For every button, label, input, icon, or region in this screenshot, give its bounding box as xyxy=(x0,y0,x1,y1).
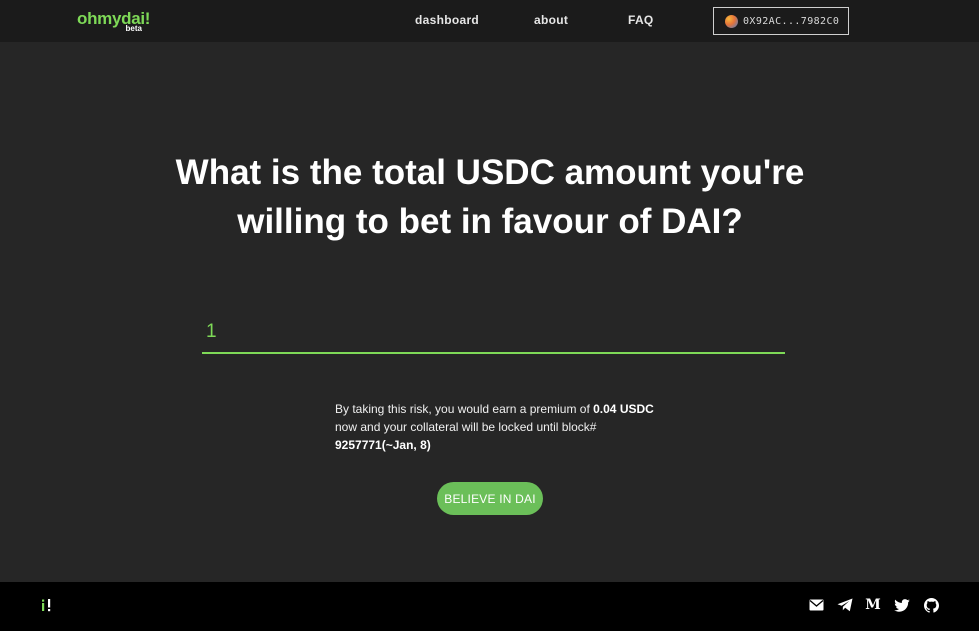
medium-icon[interactable]: M xyxy=(865,597,881,613)
question-line-1: What is the total USDC amount you're xyxy=(175,153,805,192)
twitter-icon[interactable] xyxy=(894,597,910,613)
premium-prefix: By taking this risk, you would earn a pr… xyxy=(335,402,590,416)
footer-logo-icon[interactable] xyxy=(41,598,53,612)
telegram-icon[interactable] xyxy=(837,597,853,613)
footer: M xyxy=(0,582,979,631)
page-question: What is the total USDC amount you're wil… xyxy=(150,148,830,246)
usdc-amount-input[interactable] xyxy=(202,312,785,354)
top-nav-bar: ohmydai! beta dashboard about FAQ 0X92AC… xyxy=(0,0,979,42)
question-line-2: willing to bet in favour of DAI? xyxy=(237,202,743,241)
premium-summary: By taking this risk, you would earn a pr… xyxy=(335,400,665,454)
lock-block-number: 9257771(~Jan, 8) xyxy=(335,438,431,452)
believe-in-dai-button[interactable]: BELIEVE IN DAI xyxy=(437,482,543,515)
wallet-address: 0X92AC...7982C0 xyxy=(743,15,840,27)
wallet-avatar-icon xyxy=(725,14,738,28)
premium-amount: 0.04 USDC xyxy=(593,402,654,416)
mail-icon[interactable] xyxy=(808,597,824,613)
premium-middle: now and your collateral will be locked u… xyxy=(335,420,597,434)
page: ohmydai! beta dashboard about FAQ 0X92AC… xyxy=(0,0,979,631)
nav-link-faq[interactable]: FAQ xyxy=(628,12,654,28)
wallet-address-button[interactable]: 0X92AC...7982C0 xyxy=(713,7,849,35)
nav-link-about[interactable]: about xyxy=(534,12,568,28)
github-icon[interactable] xyxy=(923,597,939,613)
beta-badge: beta xyxy=(125,24,142,33)
nav-link-dashboard[interactable]: dashboard xyxy=(415,12,479,28)
app-logo[interactable]: ohmydai! beta xyxy=(77,9,150,33)
